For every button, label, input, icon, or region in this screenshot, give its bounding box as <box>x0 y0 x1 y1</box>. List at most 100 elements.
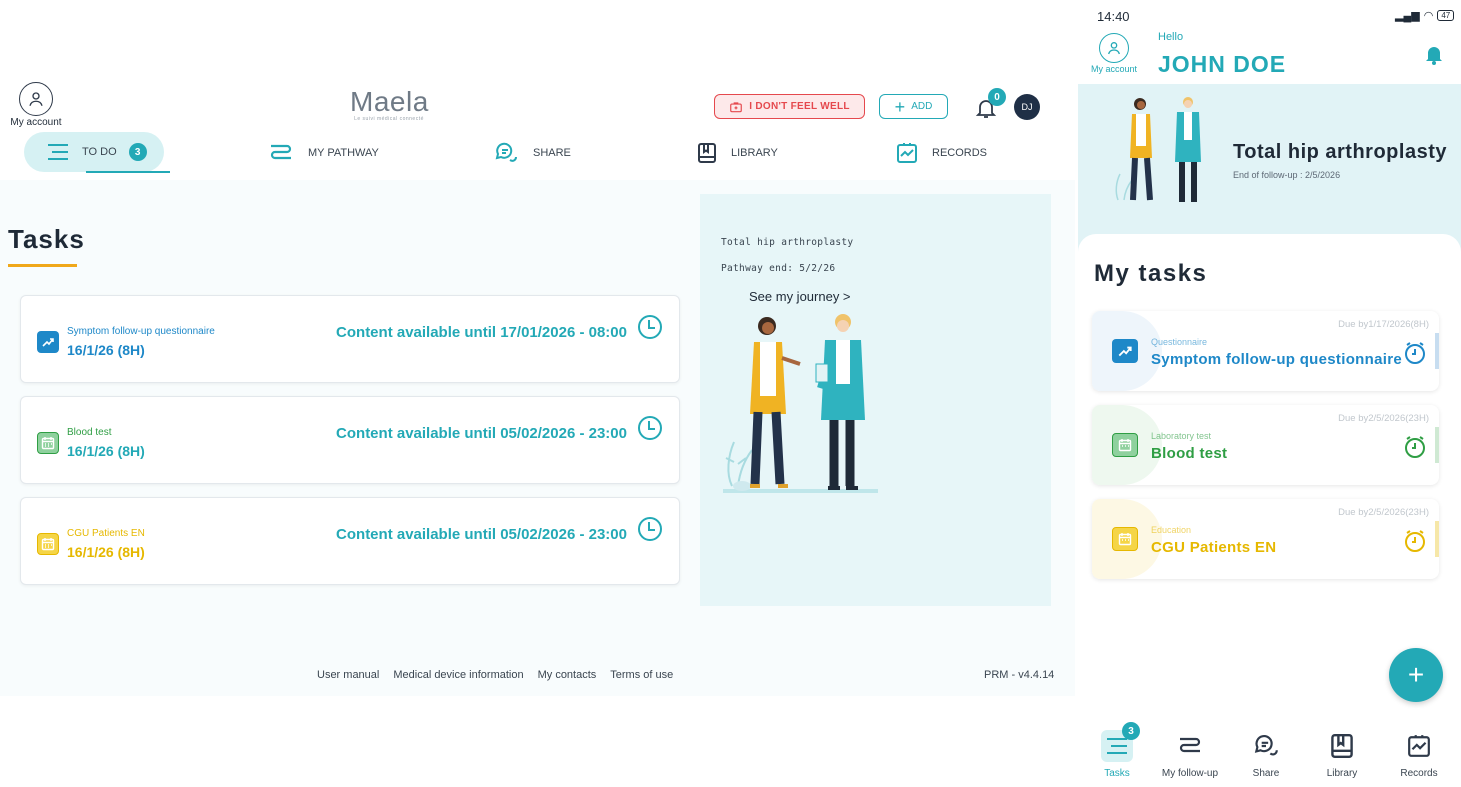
account-label: My account <box>10 117 62 128</box>
maela-logo: Maela Le suivi médical connecté <box>350 86 429 123</box>
records-icon <box>1403 730 1435 762</box>
footer-links: User manual Medical device information M… <box>317 669 673 681</box>
signal-icon: ▂▄▆ <box>1395 10 1420 22</box>
calendar-icon <box>1112 433 1138 457</box>
task-due: Due by2/5/2026(23H) <box>1338 413 1429 424</box>
notification-badge: 0 <box>988 88 1006 106</box>
clock-icon <box>638 315 662 339</box>
bottom-nav-follow-up-label: My follow-up <box>1161 768 1219 779</box>
task-title: Blood test <box>1151 445 1228 462</box>
clock-icon <box>638 517 662 541</box>
task-title: Symptom follow-up questionnaire <box>1151 351 1402 368</box>
records-icon <box>897 143 917 163</box>
battery-icon: 47 <box>1437 10 1455 21</box>
card-accent-bar <box>1435 521 1439 557</box>
pathway-icon <box>1174 730 1206 762</box>
mobile-task-card[interactable]: Questionnaire Symptom follow-up question… <box>1092 311 1439 391</box>
task-kind: Education <box>1151 525 1192 535</box>
pathway-end: Pathway end: 5/2/26 <box>721 263 836 274</box>
task-availability: Content available until 17/01/2026 - 08:… <box>336 324 627 341</box>
feel-unwell-button[interactable]: I DON'T FEEL WELL <box>714 94 865 119</box>
bottom-nav-share-label: Share <box>1252 768 1280 779</box>
chart-up-icon <box>37 331 59 353</box>
alarm-clock-icon <box>1405 530 1425 552</box>
tab-todo[interactable]: TO DO 3 <box>24 132 170 173</box>
bottom-nav-follow-up[interactable]: My follow-up <box>1155 730 1225 779</box>
mobile-task-card[interactable]: Laboratory test Blood test Due by2/5/202… <box>1092 405 1439 485</box>
pathway-name: Total hip arthroplasty <box>721 237 854 248</box>
task-availability: Content available until 05/02/2026 - 23:… <box>336 526 627 543</box>
task-date: 16/1/26 (8H) <box>67 342 145 358</box>
tab-records[interactable]: RECORDS <box>896 134 987 172</box>
alarm-clock-icon <box>1405 436 1425 458</box>
tab-todo-label: TO DO <box>82 146 117 158</box>
chart-up-icon <box>1112 339 1138 363</box>
status-icons: ▂▄▆ ◠ 47 <box>1395 9 1455 22</box>
add-button[interactable]: + ADD <box>879 94 948 119</box>
bottom-nav-tasks[interactable]: Tasks <box>1082 730 1152 779</box>
bottom-nav-records[interactable]: Records <box>1384 730 1454 779</box>
medical-bag-icon <box>730 101 743 112</box>
calendar-icon <box>1112 527 1138 551</box>
user-icon <box>19 82 53 116</box>
status-time: 14:40 <box>1097 9 1130 24</box>
task-kind: Questionnaire <box>1151 337 1208 347</box>
title-underline <box>8 264 77 267</box>
tab-share-label: SHARE <box>533 147 571 159</box>
task-card[interactable]: Symptom follow-up questionnaire 16/1/26 … <box>20 295 680 383</box>
card-accent-bar <box>1435 427 1439 463</box>
mobile-tasks-title: My tasks <box>1094 260 1208 287</box>
tab-my-pathway[interactable]: MY PATHWAY <box>268 134 379 172</box>
greeting: Hello <box>1158 31 1184 43</box>
version-label: PRM - v4.4.14 <box>984 669 1055 681</box>
task-kind: Laboratory test <box>1151 431 1212 441</box>
bottom-nav-library[interactable]: Library <box>1307 730 1377 779</box>
tab-records-label: RECORDS <box>932 147 988 159</box>
see-journey-link[interactable]: See my journey > <box>749 289 851 304</box>
add-fab-button[interactable]: + <box>1389 648 1443 702</box>
book-icon <box>1326 730 1358 762</box>
tab-library[interactable]: LIBRARY <box>697 134 778 172</box>
clock-icon <box>638 416 662 440</box>
task-date: 16/1/26 (8H) <box>67 443 145 459</box>
hero-subtitle: End of follow-up : 2/5/2026 <box>1233 170 1341 180</box>
task-card[interactable]: Blood test 16/1/26 (8H) Content availabl… <box>20 396 680 484</box>
bottom-nav-library-label: Library <box>1326 768 1358 779</box>
desktop-view: My account Maela Le suivi médical connec… <box>0 0 1075 787</box>
avatar[interactable]: DJ <box>1014 94 1040 120</box>
task-card[interactable]: CGU Patients EN 16/1/26 (8H) Content ava… <box>20 497 680 585</box>
footer-link-user-manual[interactable]: User manual <box>317 669 379 681</box>
task-name: CGU Patients EN <box>67 528 145 539</box>
tab-library-label: LIBRARY <box>731 147 778 159</box>
alarm-clock-icon <box>1405 342 1425 364</box>
task-due: Due by2/5/2026(23H) <box>1338 507 1429 518</box>
add-label: ADD <box>911 101 933 112</box>
calendar-icon <box>37 432 59 454</box>
account-button[interactable]: My account <box>8 82 64 128</box>
bottom-nav-tasks-label: Tasks <box>1104 768 1130 779</box>
mobile-task-card[interactable]: Education CGU Patients EN Due by2/5/2026… <box>1092 499 1439 579</box>
bottom-nav-share[interactable]: Share <box>1231 730 1301 779</box>
tab-share[interactable]: SHARE <box>493 134 571 172</box>
footer-link-terms[interactable]: Terms of use <box>610 669 673 681</box>
chat-icon <box>1250 730 1282 762</box>
tasks-count-badge: 3 <box>1122 722 1140 740</box>
logo-tagline: Le suivi médical connecté <box>354 116 424 122</box>
mobile-account-button[interactable]: My account <box>1086 33 1142 74</box>
mobile-account-label: My account <box>1090 64 1138 74</box>
hero-title: Total hip arthroplasty <box>1233 141 1447 163</box>
footer-link-medical-device[interactable]: Medical device information <box>393 669 523 681</box>
footer-link-contacts[interactable]: My contacts <box>538 669 597 681</box>
list-icon <box>48 144 68 160</box>
chat-icon <box>495 142 517 162</box>
plus-icon: + <box>894 96 906 117</box>
pathway-icon <box>270 144 292 160</box>
task-name: Symptom follow-up questionnaire <box>67 326 215 337</box>
wifi-icon: ◠ <box>1423 10 1434 22</box>
user-name: JOHN DOE <box>1158 51 1287 77</box>
task-title: CGU Patients EN <box>1151 539 1277 556</box>
patient-doctor-illustration <box>723 314 878 493</box>
logo-word: Maela <box>350 86 429 117</box>
bell-icon[interactable] <box>1422 42 1446 66</box>
tab-my-pathway-label: MY PATHWAY <box>308 147 379 159</box>
